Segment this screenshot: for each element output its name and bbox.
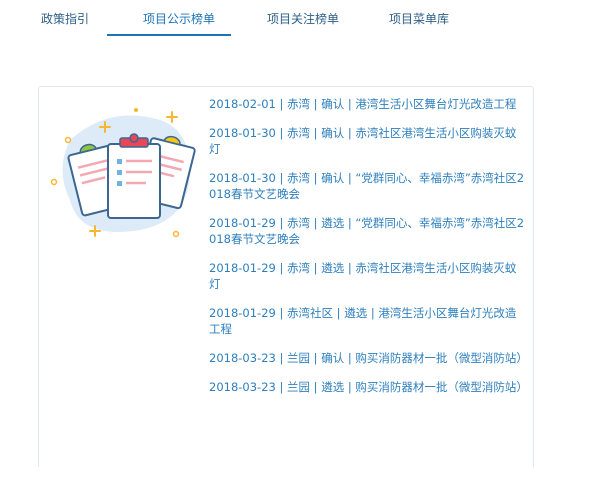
project-item[interactable]: 2018-03-23 | 兰园 | 确认 | 购买消防器材一批（微型消防站）	[209, 350, 528, 366]
tab-project-publicity-list[interactable]: 项目公示榜单	[143, 10, 215, 27]
project-item[interactable]: 2018-01-30 | 赤湾 | 确认 | 赤湾社区港湾生活小区购装灭蚊灯	[209, 125, 527, 157]
tab-project-menu-library[interactable]: 项目菜单库	[389, 10, 449, 27]
clipboard-documents-illustration	[50, 108, 196, 238]
project-item[interactable]: 2018-01-30 | 赤湾 | 确认 | “党群同心、幸福赤湾”赤湾社区20…	[209, 170, 527, 202]
project-item[interactable]: 2018-01-29 | 赤湾 | 遴选 | 赤湾社区港湾生活小区购装灭蚊灯	[209, 260, 527, 292]
tab-bar: 政策指引 项目公示榜单 项目关注榜单 项目菜单库	[0, 0, 594, 40]
active-tab-indicator	[107, 34, 231, 36]
project-item[interactable]: 2018-01-29 | 赤湾 | 遴选 | “党群同心、幸福赤湾”赤湾社区20…	[209, 215, 527, 247]
project-list: 2018-02-01 | 赤湾 | 确认 | 港湾生活小区舞台灯光改造工程 20…	[209, 96, 528, 408]
project-item[interactable]: 2018-02-01 | 赤湾 | 确认 | 港湾生活小区舞台灯光改造工程	[209, 96, 527, 112]
project-item[interactable]: 2018-03-23 | 兰园 | 遴选 | 购买消防器材一批（微型消防站）	[209, 379, 528, 395]
project-item[interactable]: 2018-01-29 | 赤湾社区 | 遴选 | 港湾生活小区舞台灯光改造工程	[209, 305, 527, 337]
tab-project-attention-list[interactable]: 项目关注榜单	[267, 10, 339, 27]
tab-policy-guide[interactable]: 政策指引	[41, 10, 89, 27]
